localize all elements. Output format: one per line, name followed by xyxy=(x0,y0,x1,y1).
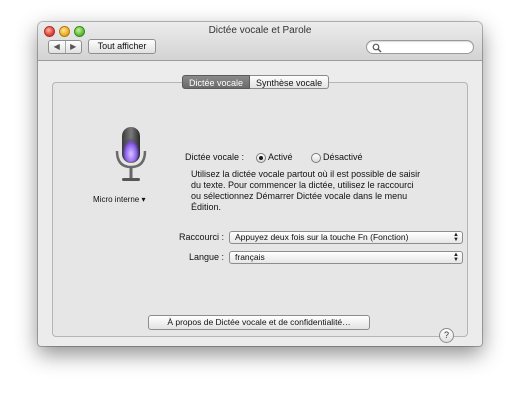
dictation-description: Utilisez la dictée vocale partout où il … xyxy=(191,169,421,212)
preferences-window: Dictée vocale et Parole ◀ ▶ Tout affiche… xyxy=(38,22,482,346)
search-icon xyxy=(372,43,382,53)
tab-dictation[interactable]: Dictée vocale xyxy=(182,75,251,89)
dictation-off-label: Désactivé xyxy=(323,152,363,162)
help-button[interactable]: ? xyxy=(439,328,454,343)
dictation-label: Dictée vocale : xyxy=(185,152,245,162)
shortcut-label: Raccourci : xyxy=(179,232,225,242)
shortcut-value: Appuyez deux fois sur la touche Fn (Fonc… xyxy=(235,232,409,242)
language-label: Langue : xyxy=(189,252,225,262)
chevron-right-icon: ▶ xyxy=(70,42,77,51)
preferences-content: Dictée vocale Synthèse vocale Micro inte… xyxy=(38,61,482,346)
title-bar: Dictée vocale et Parole ◀ ▶ Tout affiche… xyxy=(38,22,482,61)
back-button[interactable]: ◀ xyxy=(49,41,66,53)
about-dictation-privacy-button[interactable]: À propos de Dictée vocale et de confiden… xyxy=(148,315,370,330)
dictation-on-radio[interactable] xyxy=(256,153,266,163)
show-all-button[interactable]: Tout afficher xyxy=(88,39,156,54)
dictation-panel: Micro interne ▾ Dictée vocale : Activé D… xyxy=(52,82,468,337)
shortcut-popup[interactable]: Appuyez deux fois sur la touche Fn (Fonc… xyxy=(229,231,463,244)
navigation-buttons: ◀ ▶ xyxy=(48,40,82,54)
language-value: français xyxy=(235,252,265,262)
microphone-source-menu[interactable]: Micro interne ▾ xyxy=(93,195,145,204)
chevron-left-icon: ◀ xyxy=(53,42,60,51)
dictation-on-label: Activé xyxy=(268,152,293,162)
search-field[interactable] xyxy=(366,40,474,54)
language-popup[interactable]: français ▲ ▼ xyxy=(229,251,463,264)
tab-bar: Dictée vocale Synthèse vocale xyxy=(182,75,330,89)
window-title: Dictée vocale et Parole xyxy=(208,25,312,36)
popup-arrows-icon: ▲ ▼ xyxy=(453,252,459,263)
microphone-icon xyxy=(115,127,147,181)
popup-arrows-icon: ▲ ▼ xyxy=(453,232,459,243)
forward-button[interactable]: ▶ xyxy=(66,41,82,53)
tab-speech-synthesis[interactable]: Synthèse vocale xyxy=(250,75,330,89)
dictation-off-radio[interactable] xyxy=(311,153,321,163)
